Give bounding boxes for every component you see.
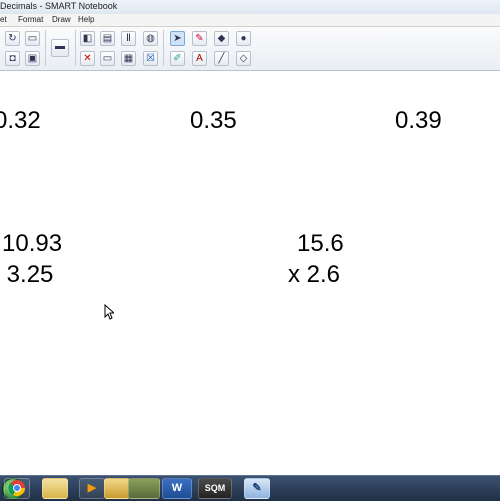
menu-bar: et Format Draw Help — [0, 14, 500, 27]
grid-icon[interactable]: ▦ — [121, 51, 136, 66]
toolbar-separator — [45, 30, 46, 66]
shape-icon[interactable]: ◇ — [236, 51, 251, 66]
text-icon[interactable]: A — [192, 51, 207, 66]
display-icon[interactable]: ▬ — [51, 39, 69, 57]
lock-icon[interactable]: ◘ — [5, 51, 20, 66]
save-icon[interactable]: ▣ — [25, 51, 40, 66]
window-title: Decimals - SMART Notebook — [0, 1, 118, 11]
delete-icon[interactable]: ✕ — [80, 51, 95, 66]
screen-capture-icon[interactable]: ◧ — [80, 31, 95, 46]
addition-bottom-number: + 3.25 — [0, 261, 54, 288]
select-arrow-icon[interactable]: ➤ — [170, 31, 185, 46]
title-bar: Decimals - SMART Notebook — [0, 0, 500, 15]
gallery-icon[interactable]: ◍ — [143, 31, 158, 46]
magic-pen-icon[interactable]: ✐ — [170, 51, 185, 66]
screen-shade-icon[interactable]: ▭ — [100, 51, 115, 66]
mouse-cursor-icon — [104, 304, 114, 320]
redo-icon[interactable]: ↻ — [5, 31, 20, 46]
decimal-value-3: 0.39 — [395, 107, 442, 134]
scene-icon[interactable]: SQM — [198, 478, 232, 499]
eraser-icon[interactable]: ◆ — [214, 31, 229, 46]
word-icon[interactable]: W — [162, 478, 192, 499]
file-explorer-icon[interactable] — [42, 478, 68, 499]
open-folder-icon[interactable]: ▭ — [25, 31, 40, 46]
menu-draw[interactable]: Draw — [52, 15, 71, 24]
table-icon[interactable]: Ⅱ — [121, 31, 136, 46]
decimal-value-1: 0.32 — [0, 107, 41, 134]
pen-icon[interactable]: ✎ — [192, 31, 207, 46]
multiplication-top-number: 15.6 — [297, 230, 344, 257]
full-screen-icon[interactable]: ▤ — [100, 31, 115, 46]
addition-top-number: 10.93 — [2, 230, 63, 257]
taskbar: ▶ W SQM ✎ — [0, 475, 500, 501]
close-page-icon[interactable]: ☒ — [143, 51, 158, 66]
line-icon[interactable]: ╱ — [214, 51, 229, 66]
menu-insert[interactable]: et — [0, 15, 7, 24]
fill-icon[interactable]: ● — [236, 31, 251, 46]
menu-format[interactable]: Format — [18, 15, 43, 24]
menu-help[interactable]: Help — [78, 15, 94, 24]
smart-notebook-icon[interactable]: ✎ — [244, 478, 270, 499]
media-player-icon[interactable]: ▶ — [79, 478, 105, 499]
decimal-value-2: 0.35 — [190, 107, 237, 134]
toolbar-separator — [75, 30, 76, 66]
toolbar: ↻ ▭ ◘ ▣ ▬ ◧ ▤ Ⅱ ◍ ✕ ▭ ▦ ☒ ➤ ✎ ◆ ● ✐ A ╱ … — [0, 27, 500, 71]
chrome-icon[interactable] — [4, 478, 30, 499]
toolbar-separator — [163, 30, 164, 66]
folder-icon[interactable] — [104, 478, 130, 499]
landscape-image-icon[interactable] — [128, 478, 160, 499]
multiplication-bottom-number: x 2.6 — [288, 261, 341, 288]
